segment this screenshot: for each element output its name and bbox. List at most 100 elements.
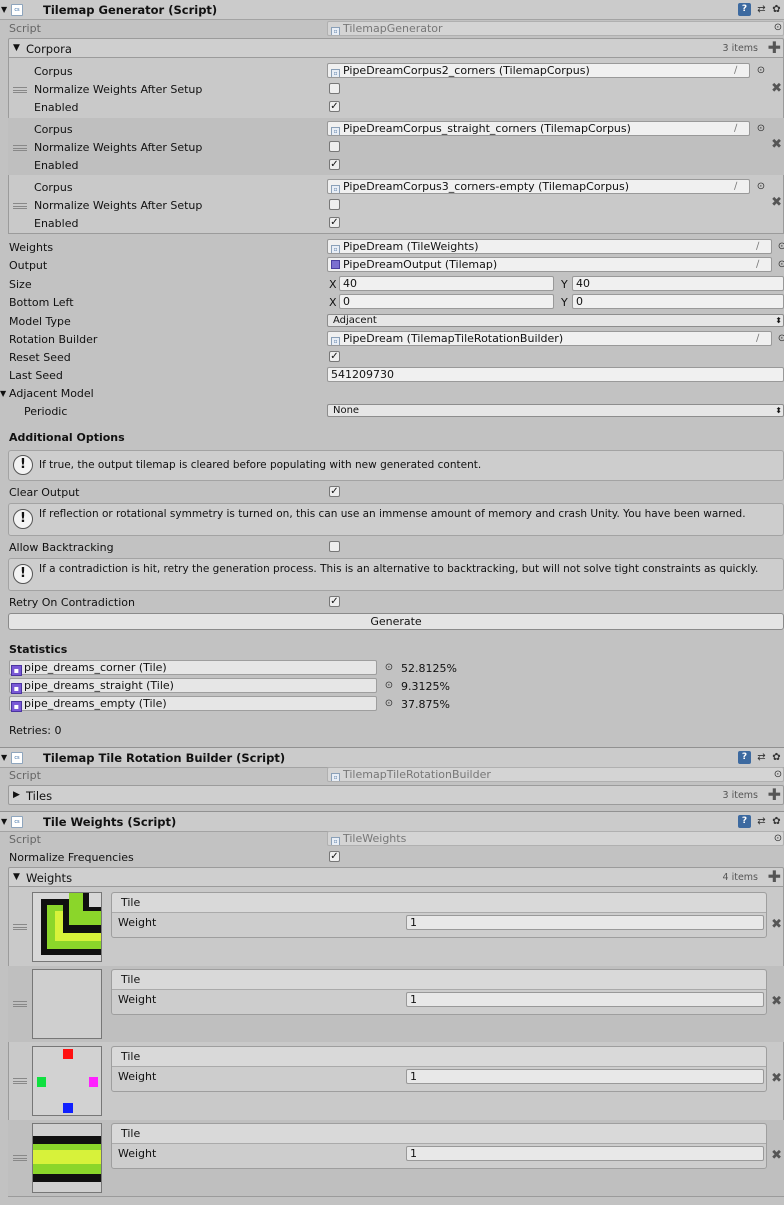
- add-item-icon[interactable]: ✚: [768, 868, 781, 886]
- rotation-builder-field[interactable]: ▫ PipeDream (TilemapTileRotationBuilder) ∕: [327, 331, 772, 346]
- picker-dot-icon[interactable]: ⊙: [777, 260, 784, 270]
- picker-dot-icon[interactable]: ⊙: [777, 242, 784, 252]
- foldout-arrow-icon[interactable]: ▼: [1, 817, 7, 826]
- size-y-input[interactable]: 40: [572, 276, 784, 291]
- weight-input[interactable]: 1: [406, 1146, 764, 1161]
- eyedropper-icon[interactable]: ∕: [756, 333, 767, 344]
- corpus-field[interactable]: ▫ PipeDreamCorpus3_corners-empty (Tilemap…: [327, 179, 750, 194]
- enabled-checkbox[interactable]: ✓: [329, 101, 340, 112]
- remove-item-icon[interactable]: ✖: [771, 137, 782, 152]
- gear-icon[interactable]: ✿: [770, 751, 783, 764]
- weights-field[interactable]: ▫ PipeDream (TileWeights) ∕: [327, 239, 772, 254]
- drag-handle-icon[interactable]: [13, 1155, 27, 1161]
- picker-dot-icon[interactable]: ⊙: [773, 23, 783, 33]
- help-book-icon[interactable]: ?: [738, 815, 751, 828]
- remove-item-icon[interactable]: ✖: [771, 917, 782, 932]
- enabled-checkbox[interactable]: ✓: [329, 217, 340, 228]
- preset-icon[interactable]: ⇄: [755, 3, 768, 16]
- remove-item-icon[interactable]: ✖: [771, 1148, 782, 1163]
- picker-dot-icon[interactable]: ⊙: [773, 834, 783, 844]
- eyedropper-icon[interactable]: ∕: [756, 241, 767, 252]
- weight-input[interactable]: 1: [406, 915, 764, 930]
- corner-pipe-icon[interactable]: [32, 892, 102, 962]
- color-dots-icon[interactable]: [32, 1046, 102, 1116]
- gear-icon[interactable]: ✿: [770, 3, 783, 16]
- remove-item-icon[interactable]: ✖: [771, 195, 782, 210]
- picker-dot-icon[interactable]: ⊙: [384, 681, 394, 691]
- foldout-arrow-icon[interactable]: ▼: [1, 753, 7, 762]
- corpus-field[interactable]: ▫ PipeDreamCorpus2_corners (TilemapCorpus…: [327, 63, 750, 78]
- foldout-arrow-icon[interactable]: ▼: [1, 5, 7, 14]
- drag-handle-icon[interactable]: [13, 924, 27, 930]
- adjacent-model-label[interactable]: Adjacent Model: [9, 387, 94, 400]
- remove-item-icon[interactable]: ✖: [771, 1071, 782, 1086]
- output-field[interactable]: PipeDreamOutput (Tilemap) ∕: [327, 257, 772, 272]
- drag-handle-icon[interactable]: [13, 1001, 27, 1007]
- eyedropper-icon[interactable]: ∕: [756, 259, 767, 270]
- weight-input[interactable]: 1: [406, 1069, 764, 1084]
- drag-handle-icon[interactable]: [13, 1078, 27, 1084]
- picker-dot-icon[interactable]: ⊙: [384, 699, 394, 709]
- remove-item-icon[interactable]: ✖: [771, 994, 782, 1009]
- preset-icon[interactable]: ⇄: [755, 751, 768, 764]
- normalize-checkbox[interactable]: [329, 141, 340, 152]
- drag-handle-icon[interactable]: [13, 203, 27, 209]
- script-file-icon: ▫: [331, 27, 340, 35]
- weight-input[interactable]: 1: [406, 992, 764, 1007]
- tile-label[interactable]: Tile: [121, 896, 140, 909]
- help-book-icon[interactable]: ?: [738, 3, 751, 16]
- model-type-dropdown[interactable]: Adjacent ⬍: [327, 314, 784, 327]
- tile-weights-header[interactable]: ▼ cs Tile Weights (Script) ? ⇄ ✿: [0, 812, 784, 832]
- clear-output-checkbox[interactable]: ✓: [329, 486, 340, 497]
- foldout-arrow-icon[interactable]: ▼: [13, 43, 20, 53]
- bl-y-label: Y: [561, 296, 568, 309]
- foldout-arrow-icon[interactable]: ▶: [13, 790, 20, 800]
- drag-handle-icon[interactable]: [13, 145, 27, 151]
- normalize-frequencies-checkbox[interactable]: ✓: [329, 851, 340, 862]
- stat-tile-field[interactable]: ▪ pipe_dreams_straight (Tile): [9, 678, 377, 694]
- empty-tile-icon[interactable]: [32, 969, 102, 1039]
- reset-seed-checkbox[interactable]: ✓: [329, 351, 340, 362]
- stat-tile-field[interactable]: ▪ pipe_dreams_empty (Tile): [9, 696, 377, 712]
- help-book-icon[interactable]: ?: [738, 751, 751, 764]
- drag-handle-icon[interactable]: [13, 87, 27, 93]
- foldout-arrow-icon[interactable]: ▼: [13, 872, 20, 882]
- picker-dot-icon[interactable]: ⊙: [756, 66, 766, 76]
- eyedropper-icon[interactable]: ∕: [734, 123, 745, 134]
- tile-label[interactable]: Tile: [121, 1050, 140, 1063]
- corpora-list-header[interactable]: ▼ Corpora 3 items ✚: [8, 38, 784, 58]
- picker-dot-icon[interactable]: ⊙: [756, 124, 766, 134]
- normalize-checkbox[interactable]: [329, 83, 340, 94]
- add-item-icon[interactable]: ✚: [768, 786, 781, 804]
- bottom-left-x-input[interactable]: 0: [339, 294, 554, 309]
- corpus-field[interactable]: ▫ PipeDreamCorpus_straight_corners (Tilem…: [327, 121, 750, 136]
- picker-dot-icon[interactable]: ⊙: [773, 770, 783, 780]
- gear-icon[interactable]: ✿: [770, 815, 783, 828]
- preset-icon[interactable]: ⇄: [755, 815, 768, 828]
- weights-list-header[interactable]: ▼ Weights 4 items ✚: [8, 867, 784, 887]
- retry-checkbox[interactable]: ✓: [329, 596, 340, 607]
- periodic-dropdown[interactable]: None ⬍: [327, 404, 784, 417]
- size-x-input[interactable]: 40: [339, 276, 554, 291]
- eyedropper-icon[interactable]: ∕: [734, 65, 745, 76]
- picker-dot-icon[interactable]: ⊙: [384, 663, 394, 673]
- tiles-list-header[interactable]: ▶ Tiles 3 items ✚: [8, 785, 784, 805]
- rotation-builder-header[interactable]: ▼ cs Tilemap Tile Rotation Builder (Scri…: [0, 748, 784, 768]
- tile-label[interactable]: Tile: [121, 1127, 140, 1140]
- allow-backtracking-checkbox[interactable]: [329, 541, 340, 552]
- foldout-arrow-icon[interactable]: ▼: [0, 389, 6, 398]
- add-item-icon[interactable]: ✚: [768, 39, 781, 57]
- tilemap-generator-header[interactable]: ▼ cs Tilemap Generator (Script) ? ⇄ ✿: [0, 0, 784, 20]
- normalize-checkbox[interactable]: [329, 199, 340, 210]
- eyedropper-icon[interactable]: ∕: [734, 181, 745, 192]
- bottom-left-y-input[interactable]: 0: [572, 294, 784, 309]
- picker-dot-icon[interactable]: ⊙: [756, 182, 766, 192]
- remove-item-icon[interactable]: ✖: [771, 81, 782, 96]
- stat-tile-field[interactable]: ▪ pipe_dreams_corner (Tile): [9, 660, 377, 676]
- enabled-checkbox[interactable]: ✓: [329, 159, 340, 170]
- picker-dot-icon[interactable]: ⊙: [777, 334, 784, 344]
- straight-pipe-icon[interactable]: [32, 1123, 102, 1193]
- last-seed-input[interactable]: 541209730: [327, 367, 784, 382]
- tile-label[interactable]: Tile: [121, 973, 140, 986]
- generate-button[interactable]: Generate: [8, 613, 784, 630]
